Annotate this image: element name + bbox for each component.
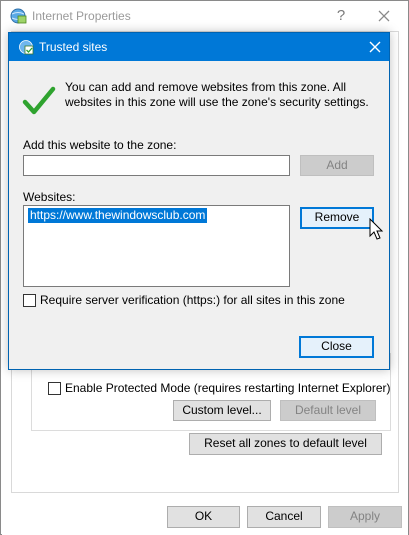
websites-label: Websites:	[23, 190, 76, 204]
cancel-button[interactable]: Cancel	[247, 506, 321, 528]
trusted-sites-dialog: Trusted sites You can add and remove web…	[8, 32, 390, 370]
websites-listbox[interactable]: https://www.thewindowsclub.com	[23, 205, 290, 287]
ok-button[interactable]: OK	[167, 506, 240, 528]
add-website-label: Add this website to the zone:	[23, 138, 177, 152]
parent-titlebar: Internet Properties ?	[1, 1, 408, 31]
close-button[interactable]: Close	[299, 336, 374, 358]
reset-all-zones-button[interactable]: Reset all zones to default level	[189, 433, 382, 455]
trusted-sites-icon	[18, 39, 34, 55]
internet-properties-icon	[9, 7, 27, 25]
protected-mode-checkbox[interactable]	[48, 382, 61, 395]
parent-window-title: Internet Properties	[32, 9, 131, 23]
website-list-item[interactable]: https://www.thewindowsclub.com	[28, 208, 208, 223]
parent-close-icon[interactable]	[369, 3, 399, 29]
mouse-cursor-icon	[369, 217, 385, 242]
dialog-title: Trusted sites	[39, 40, 108, 54]
add-button[interactable]: Add	[300, 155, 374, 176]
help-icon[interactable]: ?	[331, 5, 351, 27]
checkmark-icon	[22, 85, 56, 117]
default-level-button[interactable]: Default level	[280, 400, 376, 421]
require-verification-checkbox[interactable]	[23, 294, 36, 307]
zone-info-text: You can add and remove websites from thi…	[65, 80, 369, 109]
add-website-input[interactable]	[23, 155, 290, 176]
apply-button[interactable]: Apply	[328, 506, 402, 528]
protected-mode-label: Enable Protected Mode (requires restarti…	[65, 381, 391, 395]
custom-level-button[interactable]: Custom level...	[173, 400, 271, 421]
dialog-titlebar: Trusted sites	[9, 33, 389, 61]
remove-button[interactable]: Remove	[300, 207, 374, 229]
dialog-close-icon[interactable]	[361, 33, 389, 61]
require-verification-label: Require server verification (https:) for…	[40, 293, 345, 307]
